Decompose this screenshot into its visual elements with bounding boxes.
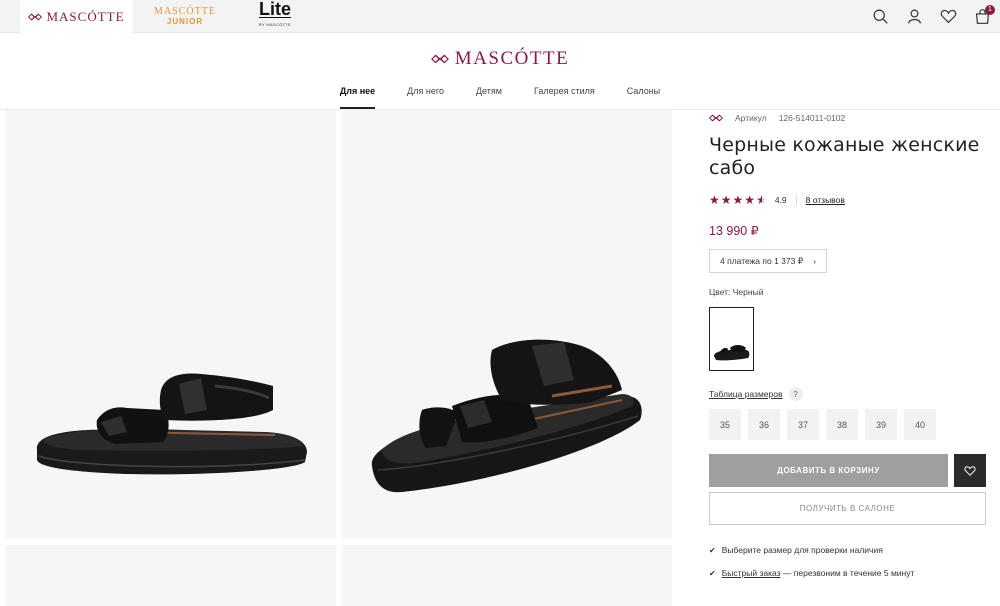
quick-order-link[interactable]: Быстрый заказ	[722, 568, 781, 578]
quick-order-note: ✔ Быстрый заказ — перезвоним в течение 5…	[709, 568, 989, 578]
brand-tab-lite[interactable]: Lite BY MASCÓTTE	[250, 0, 300, 33]
cta-row: ДОБАВИТЬ В КОРЗИНУ	[709, 454, 989, 487]
reviews-link[interactable]: 8 отзывов	[806, 195, 845, 205]
quick-order-rest: — перезвоним в течение 5 минут	[780, 568, 915, 578]
add-to-cart-button[interactable]: ДОБАВИТЬ В КОРЗИНУ	[709, 454, 948, 487]
size-option-35[interactable]: 35	[709, 409, 741, 440]
size-option-39[interactable]: 39	[865, 409, 897, 440]
cart-count-badge: 1	[985, 4, 995, 15]
brand-tab-mascotte[interactable]: MASCÓTTE	[20, 0, 133, 33]
quick-order-text: Быстрый заказ — перезвоним в течение 5 м…	[722, 568, 915, 578]
size-option-36[interactable]: 36	[748, 409, 780, 440]
article-number: 126-514011-0102	[778, 113, 846, 123]
size-option-37[interactable]: 37	[787, 409, 819, 440]
search-icon[interactable]	[870, 7, 890, 27]
rating-stars: ★ ★ ★ ★ ★	[709, 193, 767, 207]
sandal-thumbnail	[714, 345, 750, 361]
installments-label: 4 платежа по 1 373 ₽	[720, 255, 804, 266]
heart-icon[interactable]	[938, 7, 958, 27]
size-option-40[interactable]: 40	[904, 409, 936, 440]
star-icon: ★	[709, 193, 720, 207]
star-icon: ★	[732, 193, 744, 207]
rating-value: 4.9	[774, 195, 787, 205]
nav-item-style-gallery[interactable]: Галерея стиля	[518, 84, 611, 108]
color-swatch-black[interactable]	[709, 307, 754, 371]
rating-row: ★ ★ ★ ★ ★ 4.9 8 отзывов	[709, 193, 989, 207]
brand-switcher-bar: MASCÓTTE MASCÓTTE JUNIOR Lite BY MASCÓTT…	[0, 0, 1000, 33]
availability-note: ✔ Выберите размер для проверки наличия	[709, 545, 989, 555]
installments-button[interactable]: 4 платежа по 1 373 ₽ ›	[709, 249, 827, 273]
add-to-favorites-button[interactable]	[954, 454, 986, 487]
get-in-salon-button[interactable]: ПОЛУЧИТЬ В САЛОНЕ	[709, 492, 986, 525]
rating-divider	[795, 194, 797, 206]
help-icon[interactable]: ?	[788, 387, 803, 401]
check-icon: ✔	[709, 568, 716, 578]
product-photo-3[interactable]	[5, 545, 336, 606]
product-photo-angle[interactable]	[342, 110, 672, 538]
check-icon: ✔	[709, 545, 716, 555]
product-info-panel: Артикул 126-514011-0102 Черные кожаные ж…	[709, 110, 989, 578]
size-table-row: Таблица размеров ?	[709, 387, 989, 401]
user-icon[interactable]	[904, 7, 924, 27]
color-label: Цвет: Черный	[709, 287, 764, 297]
mascotte-logo: MASCÓTTE	[28, 9, 124, 25]
product-photo-4[interactable]	[342, 545, 672, 606]
star-icon: ★	[744, 193, 756, 207]
star-icon: ★	[720, 193, 732, 207]
product-price: 13 990 ₽	[709, 224, 759, 238]
mascotte-diamond-icon	[709, 114, 723, 122]
half-star-icon: ★	[756, 193, 767, 207]
nav-item-kids[interactable]: Детям	[460, 84, 518, 108]
mascotte-diamond-icon	[28, 13, 43, 20]
heart-icon	[964, 465, 976, 476]
main-nav: Для нее Для него Детям Галерея стиля Сал…	[0, 84, 1000, 109]
sandal-image	[36, 373, 307, 475]
nav-item-salons[interactable]: Салоны	[611, 84, 676, 108]
sandal-image	[371, 339, 642, 493]
chevron-right-icon: ›	[813, 256, 816, 266]
nav-item-women[interactable]: Для нее	[324, 84, 391, 109]
mascotte-diamond-icon	[430, 54, 449, 64]
availability-note-text: Выберите размер для проверки наличия	[721, 545, 883, 555]
size-table-link[interactable]: Таблица размеров	[709, 389, 783, 399]
size-selector: 35 36 37 38 39 40	[709, 409, 989, 440]
nav-item-men[interactable]: Для него	[391, 84, 460, 108]
cart-icon[interactable]: 1	[972, 4, 995, 27]
article-row: Артикул 126-514011-0102	[709, 110, 989, 126]
product-title: Черные кожаные женские сабо	[709, 134, 980, 179]
site-logo[interactable]: MASCÓTTE	[0, 48, 1000, 70]
brand-tab-junior[interactable]: MASCÓTTE JUNIOR	[150, 0, 220, 33]
size-option-38[interactable]: 38	[826, 409, 858, 440]
product-photo-side[interactable]	[5, 110, 336, 538]
article-label: Артикул	[735, 113, 767, 123]
